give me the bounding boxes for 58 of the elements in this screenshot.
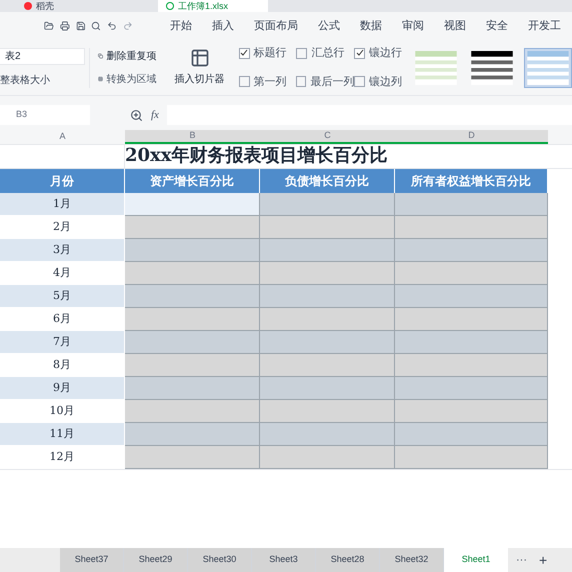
sheet-tab[interactable]: Sheet30: [188, 548, 252, 572]
document-tab[interactable]: 工作簿1.xlsx: [158, 0, 268, 12]
check-icon: [356, 49, 364, 58]
column-header[interactable]: C: [260, 130, 395, 144]
menu-tab[interactable]: 开始: [162, 18, 199, 34]
column-header[interactable]: B: [125, 130, 260, 144]
sheet-tab[interactable]: Sheet37: [60, 548, 124, 572]
menu-tab[interactable]: 数据: [352, 18, 389, 34]
add-sheet-button[interactable]: +: [535, 550, 552, 570]
table-cell: 1月: [0, 193, 125, 216]
sheet-title: 20xx年财务报表项目增长百分比: [125, 144, 388, 168]
save-icon[interactable]: [76, 19, 86, 33]
table-cell: 7月: [0, 331, 125, 354]
option-checkbox[interactable]: 镶边行: [354, 45, 412, 62]
document-tab[interactable]: 稻壳: [16, 0, 126, 12]
menu-tab[interactable]: 开发工: [520, 18, 568, 34]
option-checkbox[interactable]: 最后一列: [296, 74, 354, 90]
search-icon[interactable]: [91, 19, 102, 33]
option-checkbox[interactable]: 第一列: [238, 74, 297, 90]
table-header: 资产增长百分比: [125, 169, 260, 193]
table-style-thumbnail[interactable]: [524, 48, 572, 88]
sheet-tab[interactable]: Sheet28: [316, 548, 380, 572]
document-icon: [166, 2, 174, 10]
table-cell: 11月: [0, 423, 125, 446]
menu-tab[interactable]: 插入: [204, 18, 241, 34]
option-checkbox[interactable]: 镶边列: [354, 74, 412, 90]
table-header: 所有者权益增长百分比: [395, 169, 548, 193]
convert-to-range-button[interactable]: 转换为区域: [98, 72, 157, 86]
check-icon: [240, 49, 248, 58]
option-checkbox[interactable]: 标题行: [238, 45, 297, 62]
menu-tab[interactable]: 页面布局: [246, 18, 305, 34]
table-header: 月份: [0, 169, 125, 193]
sheet-tab[interactable]: Sheet3: [252, 548, 316, 572]
menu-tab[interactable]: 公式: [310, 18, 347, 34]
table-cell: 9月: [0, 377, 125, 400]
printer-icon[interactable]: [60, 19, 70, 33]
name-box[interactable]: B3: [0, 105, 90, 125]
option-checkbox[interactable]: 汇总行: [296, 45, 354, 62]
table-name-field[interactable]: 表2: [0, 48, 85, 64]
column-header[interactable]: D: [395, 130, 548, 144]
remove-duplicates-button[interactable]: 删除重复项: [98, 48, 157, 64]
slicer-button[interactable]: 插入切片器: [164, 48, 235, 87]
menu-tab[interactable]: 审阅: [394, 18, 431, 34]
table-header: 负债增长百分比: [260, 169, 395, 193]
resize-table-button[interactable]: 整表格大小: [0, 72, 85, 88]
zoom-icon[interactable]: [130, 108, 143, 122]
menu-tab[interactable]: 安全: [478, 18, 515, 34]
table-cell: 3月: [0, 239, 125, 262]
sheet-tab[interactable]: Sheet29: [124, 548, 188, 572]
sheet-tab[interactable]: Sheet32: [380, 548, 444, 572]
function-label[interactable]: fx: [151, 106, 159, 124]
sheet-tab[interactable]: Sheet1: [444, 548, 508, 572]
table-cell: 5月: [0, 285, 125, 308]
menu-tab[interactable]: 视图: [436, 18, 473, 34]
document-icon: [24, 2, 32, 10]
more-sheets-button[interactable]: ···: [508, 552, 535, 568]
table-icon: [190, 48, 210, 68]
column-header[interactable]: A: [0, 130, 125, 144]
